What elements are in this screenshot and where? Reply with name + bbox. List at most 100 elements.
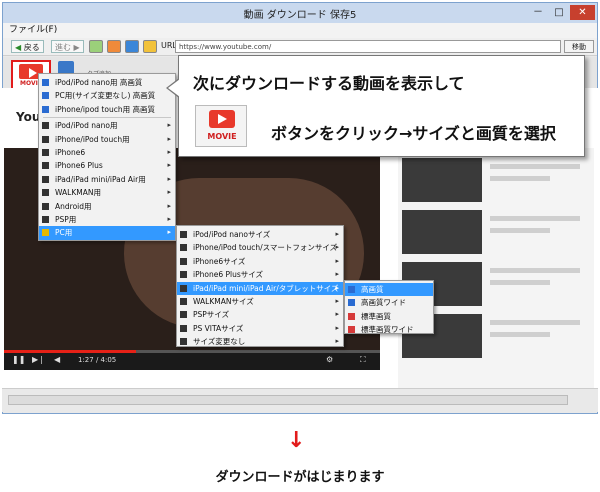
menu-quality-item-icon <box>348 326 355 334</box>
menu-main-item[interactable]: iPhone/iPod touch用 ▸ <box>39 133 175 146</box>
title-bar: 動画 ダウンロード 保存5 － □ ✕ <box>3 3 597 23</box>
submenu-arrow-icon: ▸ <box>167 174 171 183</box>
submenu-arrow-icon: ▸ <box>335 283 339 292</box>
footer-caption: ダウンロードがはじまります <box>215 470 385 485</box>
next-icon[interactable]: ▶❘ <box>32 355 45 364</box>
menu-size-item-icon <box>180 298 187 305</box>
menu-main-item[interactable]: PC用(サイズ変更なし) 高画質 <box>39 89 175 102</box>
menu-main-item-label: iPhone/iPod touch用 <box>55 134 130 144</box>
volume-icon[interactable]: ◀ <box>54 355 60 364</box>
related-meta <box>490 228 550 233</box>
callout-movie-button: MOVIE <box>195 105 247 147</box>
menu-main-item[interactable]: iPhone6 ▸ <box>39 146 175 159</box>
submenu-arrow-icon: ▸ <box>335 297 339 305</box>
menu-main-item[interactable]: WALKMAN用 ▸ <box>39 186 175 199</box>
video-controls: ❚❚ ▶❘ ◀ 1:27 / 4:05 ⚙ ⛶ <box>4 350 380 370</box>
close-button[interactable]: ✕ <box>570 5 595 20</box>
menu-main-item-icon <box>42 135 49 143</box>
horizontal-scrollbar[interactable] <box>8 395 568 405</box>
callout-line-1: 次にダウンロードする動画を表示して <box>193 74 465 93</box>
forward-button[interactable]: 進む ▶ <box>51 40 84 53</box>
minimize-button[interactable]: － <box>528 5 548 20</box>
menu-size-item[interactable]: iPhone6サイズ ▸ <box>177 255 343 268</box>
menu-size-item-label: iPhone/iPod touch/スマートフォンサイズ <box>193 243 338 253</box>
forward-arrow-icon: ▶ <box>73 43 80 52</box>
menu-main-item-icon <box>42 216 49 223</box>
menu-main-item-label: iPod/iPod nano用 高画質 <box>55 78 143 87</box>
favorite-icon[interactable] <box>143 40 157 53</box>
menu-file[interactable]: ファイル(F) <box>9 25 57 35</box>
menu-quality-item-label: 高画質ワイド <box>361 298 406 308</box>
submenu-arrow-icon: ▸ <box>167 188 171 197</box>
pause-icon[interactable]: ❚❚ <box>12 355 25 364</box>
menu-size-item-icon <box>180 271 187 279</box>
back-button[interactable]: ◀ 戻る <box>11 40 44 53</box>
menu-size-item[interactable]: サイズ変更なし ▸ <box>177 335 343 348</box>
menu-size-item-label: WALKMANサイズ <box>193 297 254 306</box>
menu-size-item[interactable]: PSPサイズ ▸ <box>177 308 343 321</box>
menu-main-item-icon <box>42 229 49 237</box>
menu-main-item-icon <box>42 175 49 183</box>
menu-main-item[interactable]: PSP用 ▸ <box>39 213 175 226</box>
home-icon[interactable] <box>125 40 139 53</box>
menu-quality-item[interactable]: 標準画質 <box>345 310 433 323</box>
menu-quality-item-icon <box>348 299 355 307</box>
play-triangle-icon <box>29 68 37 78</box>
menu-main-item[interactable]: iPad/iPad mini/iPad Air用 ▸ <box>39 173 175 186</box>
menu-main-item[interactable]: iPhone/ipod touch用 高画質 <box>39 103 175 116</box>
video-time: 1:27 / 4:05 <box>78 356 117 364</box>
submenu-arrow-icon: ▸ <box>335 323 339 332</box>
menu-quality-item-icon <box>348 312 355 320</box>
menu-main-item-label: iPhone/ipod touch用 高画質 <box>55 104 155 114</box>
related-title <box>490 216 580 221</box>
url-input[interactable]: https://www.youtube.com/ <box>175 40 561 53</box>
related-thumb[interactable] <box>402 210 482 254</box>
refresh-icon[interactable] <box>89 40 103 53</box>
settings-icon[interactable]: ⚙ <box>326 355 333 364</box>
video-progress-fill <box>4 350 136 353</box>
menu-main-item-icon <box>42 79 49 86</box>
menu-size-item[interactable]: WALKMANサイズ ▸ <box>177 295 343 308</box>
menu-size-item[interactable]: PS VITAサイズ ▸ <box>177 322 343 335</box>
menu-quality-item[interactable]: 高画質 <box>345 283 433 297</box>
submenu-arrow-icon: ▸ <box>167 121 171 130</box>
menu-size-item[interactable]: iPad/iPad mini/iPad Air/タブレットサイズ ▸ <box>177 281 343 295</box>
submenu-arrow-icon: ▸ <box>167 201 171 210</box>
youtube-logo: You <box>16 110 41 124</box>
go-button[interactable]: 移動 <box>564 40 594 53</box>
menu-size-item-label: iPad/iPad mini/iPad Air/タブレットサイズ <box>193 283 339 293</box>
menu-main-item-icon <box>42 202 49 210</box>
back-arrow-icon: ◀ <box>15 43 22 52</box>
menu-size-item[interactable]: iPod/iPod nanoサイズ ▸ <box>177 228 343 241</box>
menu-main-item-icon <box>42 149 49 156</box>
video-progress[interactable] <box>4 350 380 353</box>
menu-main-item-label: PC用(サイズ変更なし) 高画質 <box>55 91 156 101</box>
menu-main-item-label: Android用 <box>55 201 92 211</box>
menu-size-item[interactable]: iPhone/iPod touch/スマートフォンサイズ ▸ <box>177 241 343 254</box>
fullscreen-icon[interactable]: ⛶ <box>360 355 366 365</box>
down-arrow-icon: ↓ <box>287 428 306 453</box>
menu-main-item[interactable]: iPhone6 Plus ▸ <box>39 159 175 172</box>
menu-main-item-label: iPad/iPad mini/iPad Air用 <box>55 174 146 184</box>
stop-icon[interactable] <box>107 40 121 53</box>
submenu-arrow-icon: ▸ <box>335 256 339 265</box>
menu-size-item-label: iPhone6サイズ <box>193 256 246 266</box>
menu-quality-item[interactable]: 高画質ワイド <box>345 296 433 309</box>
menu-main-item[interactable]: iPod/iPod nano用 ▸ <box>39 119 175 132</box>
play-icon <box>209 110 235 128</box>
window-title: 動画 ダウンロード 保存5 <box>243 10 357 21</box>
menu-quality-item[interactable]: 標準画質ワイド <box>345 323 433 336</box>
play-triangle-icon <box>218 114 227 124</box>
menu-main-item[interactable]: PC用 ▸ <box>39 226 175 240</box>
menu-main-item[interactable]: iPod/iPod nano用 高画質 <box>39 76 175 89</box>
menu-size-item[interactable]: iPhone6 Plusサイズ ▸ <box>177 268 343 281</box>
callout-tail-inner <box>168 79 180 97</box>
maximize-button[interactable]: □ <box>549 5 569 20</box>
menu-size-item-icon <box>180 311 187 319</box>
menu-main-item-icon <box>42 105 49 113</box>
context-menu-quality: 高画質 高画質ワイド標準画質 標準画質ワイド <box>344 280 434 334</box>
menu-main-item[interactable]: Android用 ▸ <box>39 200 175 213</box>
toolbar: ◀ 戻る 進む ▶ URL https://www.youtube.com/ 移… <box>3 38 597 56</box>
related-thumb[interactable] <box>402 158 482 202</box>
menu-size-item-icon <box>180 324 187 332</box>
